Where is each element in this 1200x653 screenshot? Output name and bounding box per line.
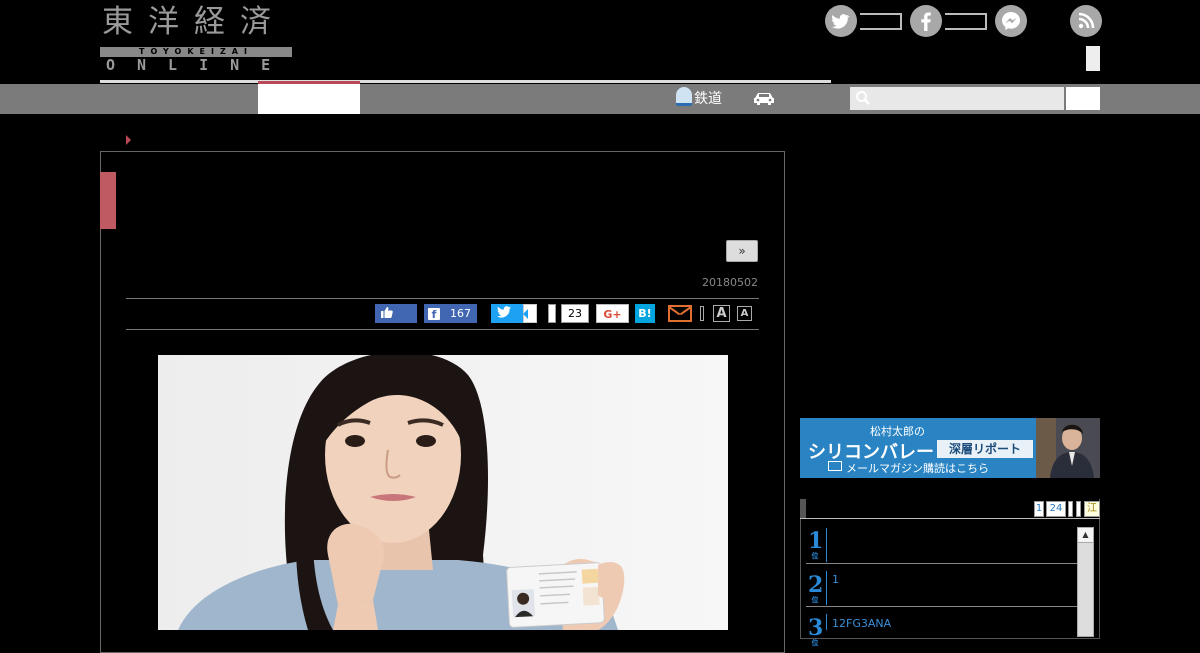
next-page-button[interactable]: »: [726, 240, 758, 262]
nav-item-rail[interactable]: 鉄道: [676, 86, 722, 112]
ranking-scrollbar[interactable]: ▲: [1077, 527, 1094, 637]
font-size-large-button[interactable]: A: [713, 305, 730, 322]
scroll-up-icon[interactable]: ▲: [1078, 528, 1093, 543]
tweet-count-bubble: [523, 304, 537, 323]
rank-3-number: 3位: [808, 615, 824, 647]
search-input[interactable]: [850, 87, 1064, 110]
train-icon: [676, 87, 692, 106]
nav-tab-active[interactable]: [258, 81, 360, 114]
header-side-box[interactable]: [1086, 46, 1100, 71]
header-divider: [100, 80, 831, 83]
ranking-tab-24[interactable]: 24: [1046, 501, 1066, 517]
banner-mail-icon: [828, 461, 842, 471]
facebook-share-count: 167: [450, 307, 471, 320]
logo-online: ONLINE: [106, 56, 293, 74]
banner-author: 松村太郎の: [870, 425, 925, 438]
rank-2-number: 2位: [808, 572, 824, 604]
facebook-icon[interactable]: [910, 5, 942, 37]
banner-person-photo: [1036, 418, 1100, 478]
rss-icon[interactable]: [1070, 5, 1102, 37]
google-plus-button[interactable]: G+: [596, 304, 629, 323]
rank-3-line: [826, 614, 827, 630]
article-photo: [158, 355, 728, 630]
banner-cta: メールマガジン購読はこちら: [846, 462, 989, 475]
share-count: 23: [561, 304, 589, 323]
title-accent-bar: [100, 172, 116, 229]
share-divider-top: [126, 298, 759, 299]
search-button[interactable]: [1066, 87, 1100, 110]
car-icon[interactable]: [752, 90, 776, 105]
newsletter-banner[interactable]: 松村太郎の シリコンバレー 深層リポート メールマガジン購読はこちら: [800, 418, 1100, 478]
search-icon: [855, 90, 871, 110]
nav-rail-label: 鉄道: [694, 91, 722, 107]
article-date: 20180502: [702, 276, 758, 289]
rank-1-number: 1位: [808, 528, 824, 560]
share-divider-bottom: [126, 329, 759, 330]
hatena-bookmark-button[interactable]: B!: [635, 304, 655, 323]
banner-subtitle: 深層リポート: [937, 440, 1033, 458]
rank-divider: [806, 606, 1078, 607]
logo-kanji: 東洋経済: [102, 4, 286, 40]
ranking-tab-3[interactable]: [1068, 501, 1073, 517]
rank-2-line: [826, 571, 827, 605]
thumbs-up-icon: [381, 307, 393, 318]
twitter-icon[interactable]: [825, 5, 857, 37]
ranking-tab-1[interactable]: 1: [1034, 501, 1044, 517]
twitter-count-box: [860, 13, 902, 30]
rank-divider: [806, 563, 1078, 564]
tweet-bird-icon: [497, 306, 511, 318]
font-size-small-button[interactable]: A: [737, 306, 752, 321]
rank-1-line: [826, 528, 827, 562]
facebook-share-icon: f: [428, 308, 440, 321]
breadcrumb-arrow-icon: [126, 135, 131, 145]
facebook-like-button[interactable]: [375, 304, 417, 323]
ranking-tab-5[interactable]: 江: [1084, 501, 1100, 517]
share-count-pointer: [548, 304, 556, 323]
facebook-count-box: [945, 13, 987, 30]
tweet-button[interactable]: [491, 304, 523, 323]
messenger-icon[interactable]: [995, 5, 1027, 37]
mail-icon[interactable]: [668, 305, 692, 322]
facebook-share-button[interactable]: f 167: [424, 304, 477, 323]
rank-2-title[interactable]: 1: [832, 573, 839, 586]
site-logo[interactable]: 東洋経済 TOYOKEIZAI ONLINE: [100, 4, 295, 74]
rank-3-title[interactable]: 12FG3ANA: [832, 617, 891, 630]
ranking-tab-4[interactable]: [1076, 501, 1081, 517]
share-separator: [700, 306, 704, 321]
ranking-header-accent: [801, 499, 806, 518]
